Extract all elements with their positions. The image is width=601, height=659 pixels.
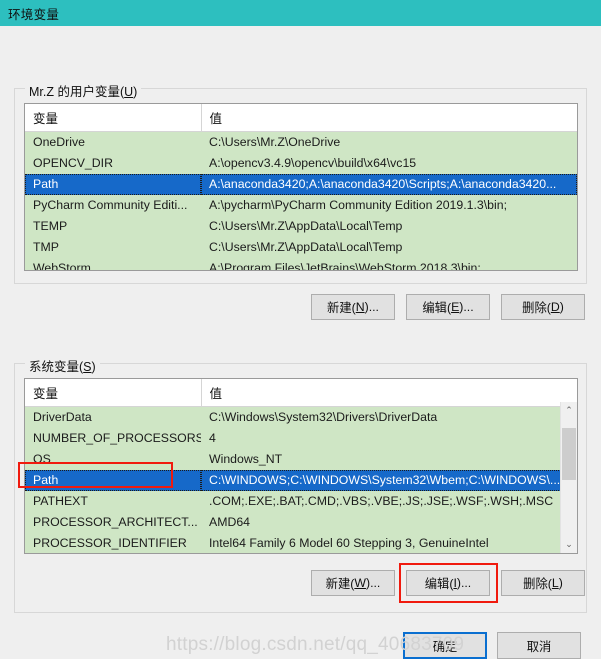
user-variables-group: Mr.Z 的用户变量(U) 变量 值 OneDrive C:\Users\Mr.Z…: [14, 81, 587, 284]
system-variables-legend: 系统变量(S): [25, 356, 100, 375]
system-variable-name: PROCESSOR_IDENTIFIER: [25, 533, 201, 553]
system-variable-name: Path: [25, 470, 201, 491]
user-variable-name: PyCharm Community Editi...: [25, 195, 201, 216]
system-delete-label-post: ): [558, 576, 563, 590]
system-variable-name: PATHEXT: [25, 491, 201, 512]
system-new-label-post: )...: [365, 576, 381, 590]
system-variable-name: DriverData: [25, 406, 201, 428]
user-variable-name: OPENCV_DIR: [25, 153, 201, 174]
table-row[interactable]: OS Windows_NT: [25, 449, 577, 470]
user-variable-name: WebStorm: [25, 258, 201, 270]
user-variable-value: C:\Users\Mr.Z\AppData\Local\Temp: [201, 237, 577, 258]
system-column-header-variable[interactable]: 变量: [25, 379, 202, 407]
user-legend-prefix: Mr.Z 的用户变量(: [29, 85, 125, 99]
table-row[interactable]: PyCharm Community Editi... A:\pycharm\PyC…: [25, 195, 577, 216]
user-delete-button[interactable]: 删除(D): [501, 294, 585, 320]
table-row[interactable]: PROCESSOR_IDENTIFIER Intel64 Family 6 Mod…: [25, 533, 577, 553]
user-column-header-value[interactable]: 值: [201, 104, 577, 132]
user-legend-accelerator: U: [124, 85, 134, 99]
user-delete-label-pre: 删除(: [522, 301, 551, 315]
system-variable-value: C:\WINDOWS;C:\WINDOWS\System32\Wbem;C:\W…: [201, 470, 577, 491]
system-delete-label-pre: 删除(: [523, 577, 552, 591]
user-variables-table-container[interactable]: 变量 值 OneDrive C:\Users\Mr.Z\OneDrive OPENC…: [24, 103, 578, 271]
user-new-accelerator: N: [355, 300, 365, 314]
user-edit-accelerator: E: [451, 300, 460, 314]
system-edit-label-post: )...: [456, 576, 472, 590]
system-variable-value: AMD64: [201, 512, 577, 533]
user-edit-button[interactable]: 编辑(E)...: [406, 294, 490, 320]
scrollbar-thumb[interactable]: [562, 428, 576, 480]
user-variable-value: A:\Program Files\JetBrains\WebStorm 2018…: [201, 258, 577, 270]
user-variable-value: A:\pycharm\PyCharm Community Edition 201…: [201, 195, 577, 216]
system-edit-label-pre: 编辑(: [424, 577, 454, 591]
user-variables-table: 变量 值 OneDrive C:\Users\Mr.Z\OneDrive OPENC…: [25, 104, 577, 270]
table-row[interactable]: PATHEXT .COM;.EXE;.BAT;.CMD;.VBS;.VBE;.JS…: [25, 491, 577, 512]
system-delete-button[interactable]: 删除(L): [501, 570, 585, 596]
user-variable-value: A:\anaconda3420;A:\anaconda3420\Scripts;…: [201, 174, 577, 195]
user-new-label-pre: 新建(: [327, 301, 356, 315]
system-variable-name: NUMBER_OF_PROCESSORS: [25, 428, 201, 449]
table-row[interactable]: OPENCV_DIR A:\opencv3.4.9\opencv\build\x6…: [25, 153, 577, 174]
system-variable-value: Intel64 Family 6 Model 60 Stepping 3, Ge…: [201, 533, 577, 553]
system-legend-suffix: ): [91, 360, 96, 374]
user-variable-name: OneDrive: [25, 131, 201, 153]
system-new-button[interactable]: 新建(W)...: [311, 570, 395, 596]
user-variable-name: TMP: [25, 237, 201, 258]
user-new-label-post: )...: [364, 300, 379, 314]
table-row[interactable]: NUMBER_OF_PROCESSORS 4: [25, 428, 577, 449]
user-variables-legend: Mr.Z 的用户变量(U): [25, 81, 142, 100]
dialog-body: Mr.Z 的用户变量(U) 变量 值 OneDrive C:\Users\Mr.Z…: [0, 26, 601, 659]
system-variable-value: .COM;.EXE;.BAT;.CMD;.VBS;.VBE;.JS;.JSE;.…: [201, 491, 577, 512]
system-table-body: DriverData C:\Windows\System32\Drivers\Dr…: [25, 406, 577, 553]
user-table-header: 变量 值: [25, 104, 577, 132]
system-table-header-row: 变量 值: [25, 379, 577, 407]
user-delete-accelerator: D: [550, 300, 560, 314]
system-edit-button[interactable]: 编辑(I)...: [406, 570, 490, 596]
scroll-down-icon[interactable]: ⌄: [561, 536, 577, 553]
user-table-body: OneDrive C:\Users\Mr.Z\OneDrive OPENCV_DIR…: [25, 131, 577, 270]
user-variable-name: TEMP: [25, 216, 201, 237]
user-column-header-variable[interactable]: 变量: [25, 104, 202, 132]
table-row[interactable]: Path C:\WINDOWS;C:\WINDOWS\System32\Wbem;…: [25, 470, 577, 491]
system-table-scrollbar[interactable]: ⌃ ⌄: [560, 402, 577, 553]
user-variable-value: A:\opencv3.4.9\opencv\build\x64\vc15: [201, 153, 577, 174]
system-variable-name: OS: [25, 449, 201, 470]
user-variable-name: Path: [25, 174, 201, 195]
user-variable-value: C:\Users\Mr.Z\AppData\Local\Temp: [201, 216, 577, 237]
user-edit-label-post: )...: [459, 300, 474, 314]
system-variable-value: Windows_NT: [201, 449, 577, 470]
user-variable-value: C:\Users\Mr.Z\OneDrive: [201, 131, 577, 153]
table-row[interactable]: DriverData C:\Windows\System32\Drivers\Dr…: [25, 406, 577, 428]
table-row[interactable]: PROCESSOR_ARCHITECT... AMD64: [25, 512, 577, 533]
system-variable-name: PROCESSOR_ARCHITECT...: [25, 512, 201, 533]
scroll-up-icon[interactable]: ⌃: [561, 402, 577, 419]
system-delete-accelerator: L: [551, 576, 559, 590]
system-new-accelerator: W: [354, 576, 366, 590]
table-row[interactable]: TMP C:\Users\Mr.Z\AppData\Local\Temp: [25, 237, 577, 258]
system-variables-table-container[interactable]: 变量 值 DriverData C:\Windows\System32\Drive…: [24, 378, 578, 554]
table-row[interactable]: Path A:\anaconda3420;A:\anaconda3420\Scri…: [25, 174, 577, 195]
window-titlebar: 环境变量: [0, 0, 601, 26]
system-variable-value: 4: [201, 428, 577, 449]
table-row[interactable]: WebStorm A:\Program Files\JetBrains\WebSt…: [25, 258, 577, 270]
system-table-header: 变量 值: [25, 379, 577, 407]
table-row[interactable]: TEMP C:\Users\Mr.Z\AppData\Local\Temp: [25, 216, 577, 237]
user-legend-suffix: ): [133, 85, 138, 99]
system-new-label-pre: 新建(: [325, 577, 355, 591]
cancel-button[interactable]: 取消: [497, 632, 581, 659]
system-variable-value: C:\Windows\System32\Drivers\DriverData: [201, 406, 577, 428]
system-variables-table: 变量 值 DriverData C:\Windows\System32\Drive…: [25, 379, 577, 553]
user-new-button[interactable]: 新建(N)...: [311, 294, 395, 320]
system-legend-accelerator: S: [83, 360, 92, 374]
ok-button[interactable]: 确定: [403, 632, 487, 659]
table-row[interactable]: OneDrive C:\Users\Mr.Z\OneDrive: [25, 131, 577, 153]
window-title: 环境变量: [8, 7, 60, 22]
system-legend-prefix: 系统变量(: [29, 360, 84, 374]
user-delete-label-post: ): [559, 300, 564, 314]
system-column-header-value[interactable]: 值: [201, 379, 577, 407]
user-table-header-row: 变量 值: [25, 104, 577, 132]
user-edit-label-pre: 编辑(: [422, 301, 452, 315]
